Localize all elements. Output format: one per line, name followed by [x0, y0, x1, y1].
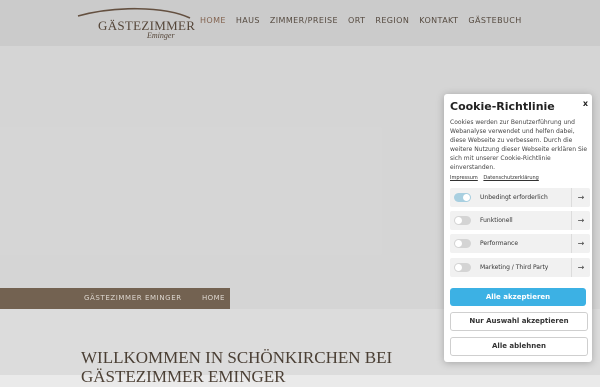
cookie-option-required: Unbedingt erforderlich →: [450, 188, 590, 207]
arrow-right-icon[interactable]: →: [571, 234, 590, 253]
close-icon[interactable]: x: [583, 99, 588, 108]
cookie-title: Cookie-Richtlinie: [450, 100, 555, 113]
cookie-option-label: Marketing / Third Party: [480, 264, 549, 271]
cookie-option-label: Performance: [480, 240, 519, 247]
toggle-functional[interactable]: [454, 216, 471, 225]
accept-all-button[interactable]: Alle akzeptieren: [450, 288, 586, 306]
reject-all-button[interactable]: Alle ablehnen: [450, 337, 588, 356]
arrow-right-icon[interactable]: →: [571, 211, 590, 230]
impressum-link[interactable]: Impressum: [450, 175, 478, 181]
cookie-dialog: Cookie-Richtlinie x Cookies werden zur B…: [444, 94, 592, 362]
toggle-performance[interactable]: [454, 239, 471, 248]
cookie-option-label: Funktionell: [480, 217, 513, 224]
cookie-links: Impressum Datenschutzerklärung: [450, 175, 543, 181]
cookie-option-marketing: Marketing / Third Party →: [450, 258, 590, 277]
toggle-required[interactable]: [454, 193, 471, 202]
arrow-right-icon[interactable]: →: [571, 188, 590, 207]
cookie-option-functional: Funktionell →: [450, 211, 590, 230]
cookie-option-label: Unbedingt erforderlich: [480, 194, 548, 201]
arrow-right-icon[interactable]: →: [571, 258, 590, 277]
accept-selection-button[interactable]: Nur Auswahl akzeptieren: [450, 312, 588, 331]
datenschutz-link[interactable]: Datenschutzerklärung: [483, 175, 538, 181]
cookie-option-performance: Performance →: [450, 234, 590, 253]
cookie-description: Cookies werden zur Benutzerführung und W…: [450, 119, 588, 171]
toggle-marketing[interactable]: [454, 263, 471, 272]
